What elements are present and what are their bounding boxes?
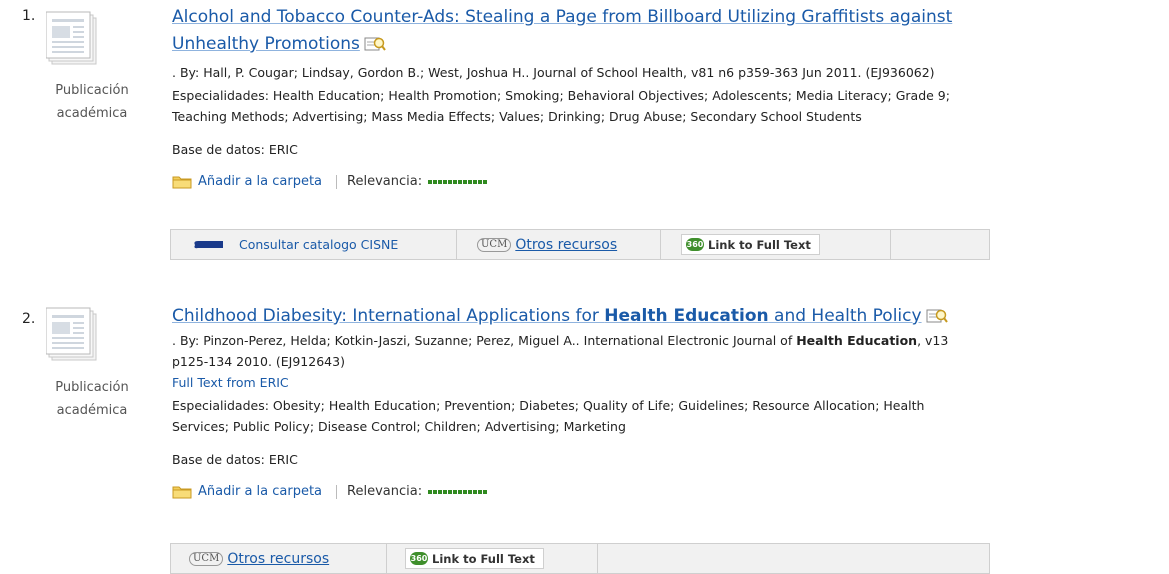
relevance-bar <box>428 490 488 494</box>
document-icon[interactable] <box>46 10 104 68</box>
add-to-folder-link[interactable]: Añadir a la carpeta <box>198 482 322 502</box>
relevance-label: Relevancia: <box>347 484 423 499</box>
link-to-full-text-button[interactable]: 360 Link to Full Text <box>681 234 820 255</box>
citation: . By: Pinzon-Perez, Helda; Kotkin-Jaszi,… <box>172 333 949 369</box>
result-body: Alcohol and Tobacco Counter-Ads: Stealin… <box>172 4 1157 192</box>
result-actions: Añadir a la carpeta Relevancia: <box>172 482 1157 502</box>
other-resources-link[interactable]: UCM Otros recursos <box>171 544 387 573</box>
preview-icon[interactable] <box>926 308 948 324</box>
publication-type: Publicación académica <box>55 380 129 418</box>
ucm-icon: UCM <box>189 551 224 566</box>
ucm-icon: UCM <box>477 237 512 252</box>
document-icon[interactable] <box>46 306 104 364</box>
full-text-from-eric-link[interactable]: Full Text from ERIC <box>172 372 1157 393</box>
divider <box>336 175 338 189</box>
catalog-link[interactable]: Consultar catalogo CISNE <box>171 230 457 259</box>
full-text-cell: 360 Link to Full Text <box>661 230 891 259</box>
add-to-folder-link[interactable]: Añadir a la carpeta <box>198 172 322 192</box>
subjects: Especialidades: Obesity; Health Educatio… <box>172 398 925 434</box>
publication-type: Publicación académica <box>55 83 129 121</box>
database-label: Base de datos: ERIC <box>172 142 298 157</box>
link-to-full-text-button[interactable]: 360 Link to Full Text <box>405 548 544 569</box>
folder-icon[interactable] <box>172 485 192 499</box>
result-number: 1. <box>22 8 36 24</box>
relevance-bar <box>428 180 488 184</box>
citation: . By: Hall, P. Cougar; Lindsay, Gordon B… <box>172 65 935 80</box>
subjects: Especialidades: Health Education; Health… <box>172 88 950 124</box>
link-bar: UCM Otros recursos 360 Link to Full Text <box>170 543 990 574</box>
result-title-link[interactable]: Childhood Diabesity: International Appli… <box>172 303 1157 330</box>
relevance-label: Relevancia: <box>347 174 423 189</box>
result-actions: Añadir a la carpeta Relevancia: <box>172 172 1157 192</box>
database-label: Base de datos: ERIC <box>172 452 298 467</box>
folder-icon[interactable] <box>172 175 192 189</box>
badge-360-icon: 360 <box>410 552 428 565</box>
result-number: 2. <box>22 311 36 327</box>
link-bar: Consultar catalogo CISNE UCM Otros recur… <box>170 229 990 260</box>
result-title-link[interactable]: Alcohol and Tobacco Counter-Ads: Stealin… <box>172 4 1157 58</box>
other-resources-link[interactable]: UCM Otros recursos <box>457 230 661 259</box>
preview-icon[interactable] <box>364 36 386 52</box>
divider <box>336 485 338 499</box>
badge-360-icon: 360 <box>686 238 704 251</box>
result-body: Childhood Diabesity: International Appli… <box>172 303 1157 502</box>
full-text-cell: 360 Link to Full Text <box>387 544 598 573</box>
cisne-icon <box>194 240 223 248</box>
